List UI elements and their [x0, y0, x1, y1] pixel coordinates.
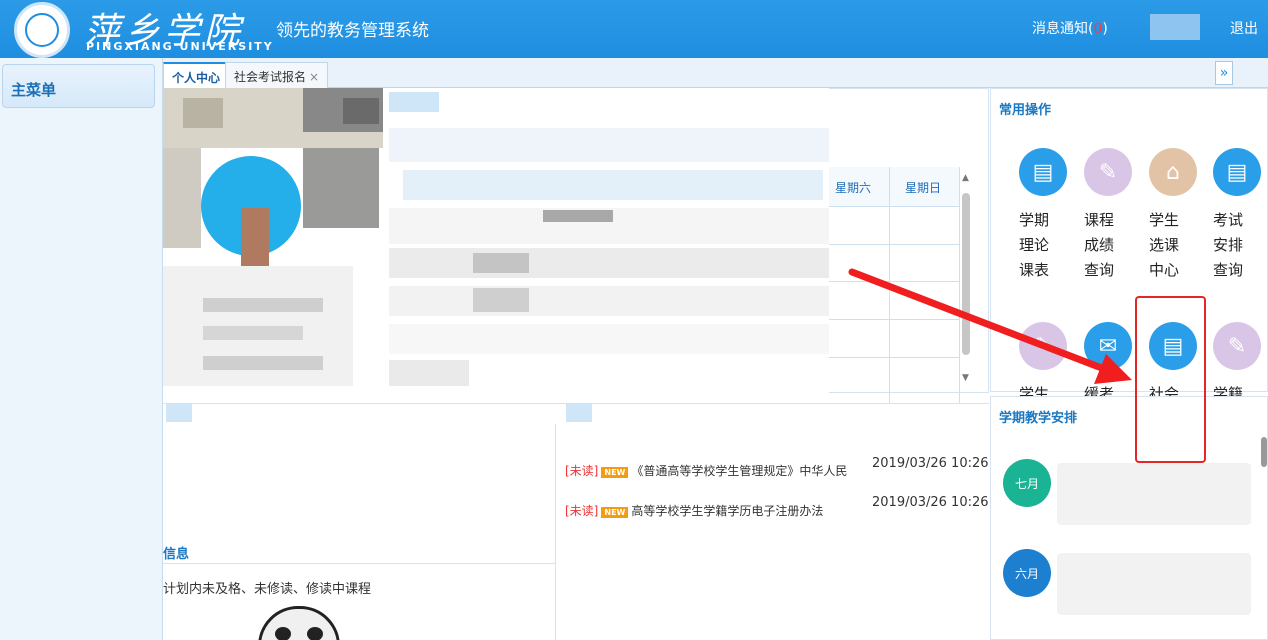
semester-panel-title: 学期教学安排	[999, 411, 1078, 426]
month-card	[1057, 553, 1251, 615]
weekly-schedule-table: 星期六 星期日 ▲ ▼	[829, 88, 989, 467]
tab-social-exam-registration[interactable]: 社会考试报名 ×	[225, 62, 329, 88]
message-notification-link[interactable]: 消息通知(0)	[1032, 18, 1108, 38]
month-badge-june: 六月	[1003, 549, 1051, 597]
quick-item-semester-timetable[interactable]: ▤ 学期理论课表	[1019, 148, 1079, 283]
month-card	[1057, 463, 1251, 525]
username-blurred[interactable]	[1150, 14, 1200, 40]
scroll-down-icon[interactable]: ▼	[962, 373, 969, 383]
semester-scrollbar[interactable]	[1261, 437, 1267, 467]
quick-operations-title: 常用操作	[999, 103, 1052, 118]
top-header: 萍乡学院 PINGXIANG UNIVERSITY 领先的教务管理系统 消息通知…	[0, 0, 1268, 58]
blurred-label	[166, 404, 192, 422]
header-saturday: 星期六	[835, 181, 872, 195]
main-menu-title[interactable]: 主菜单	[2, 64, 155, 108]
feather-icon: ✎	[1213, 322, 1261, 370]
blurred-label	[566, 404, 592, 422]
news-item[interactable]: [未读] NEW 《普通高等学校学生管理规定》中华人民	[565, 462, 847, 479]
quick-item-course-selection[interactable]: ⌂ 学生选课中心	[1149, 148, 1209, 283]
info-description: 计划内未及格、未修读、修读中课程	[163, 582, 372, 597]
university-seal-logo	[14, 2, 70, 58]
schedule-header: 星期六 星期日	[829, 167, 959, 207]
mail-icon: ✉	[1084, 322, 1132, 370]
logout-link[interactable]: 退出	[1230, 18, 1258, 38]
news-item[interactable]: [未读] NEW 高等学校学生学籍学历电子注册办法	[565, 502, 823, 519]
scroll-up-icon[interactable]: ▲	[962, 173, 969, 183]
system-slogan: 领先的教务管理系统	[276, 21, 429, 41]
news-date: 2019/03/26 10:26	[872, 495, 989, 510]
news-date: 2019/03/26 10:26	[872, 456, 989, 471]
highlight-box	[1135, 296, 1206, 463]
tab-bar: 个人中心 社会考试报名 × »	[163, 58, 1268, 88]
lower-content-panel	[163, 403, 989, 640]
feather-icon: ✎	[1084, 148, 1132, 196]
unread-badge: [未读]	[565, 464, 599, 478]
sidebar: 主菜单	[0, 58, 163, 640]
chat-icon: ▤	[1019, 148, 1067, 196]
schedule-scrollbar[interactable]: ▲ ▼	[959, 171, 973, 387]
scroll-thumb[interactable]	[962, 193, 970, 355]
unread-badge: [未读]	[565, 504, 599, 518]
news-title[interactable]: 高等学校学生学籍学历电子注册办法	[631, 504, 823, 518]
header-sunday: 星期日	[905, 181, 942, 195]
divider	[163, 563, 555, 564]
blurred-profile-panel	[163, 88, 829, 403]
chat-icon: ▤	[1213, 148, 1261, 196]
panel-divider	[555, 424, 556, 640]
news-title[interactable]: 《普通高等学校学生管理规定》中华人民	[631, 464, 847, 478]
semester-arrangement-panel: 学期教学安排 七月 六月	[990, 396, 1268, 640]
new-tag: NEW	[601, 467, 629, 478]
close-icon[interactable]: ×	[309, 70, 319, 84]
quick-item-grade-query[interactable]: ✎ 课程成绩查询	[1084, 148, 1144, 283]
tab-personal-center[interactable]: 个人中心	[163, 62, 230, 88]
new-tag: NEW	[601, 507, 629, 518]
building-icon: ⌂	[1149, 148, 1197, 196]
info-section-title: 信息	[163, 547, 190, 562]
month-badge-july: 七月	[1003, 459, 1051, 507]
quick-item-exam-schedule[interactable]: ▤ 考试安排查询	[1213, 148, 1268, 283]
university-english-name: PINGXIANG UNIVERSITY	[86, 40, 274, 53]
feather-icon: ✎	[1019, 322, 1067, 370]
tab-scroll-right-button[interactable]: »	[1215, 61, 1233, 85]
